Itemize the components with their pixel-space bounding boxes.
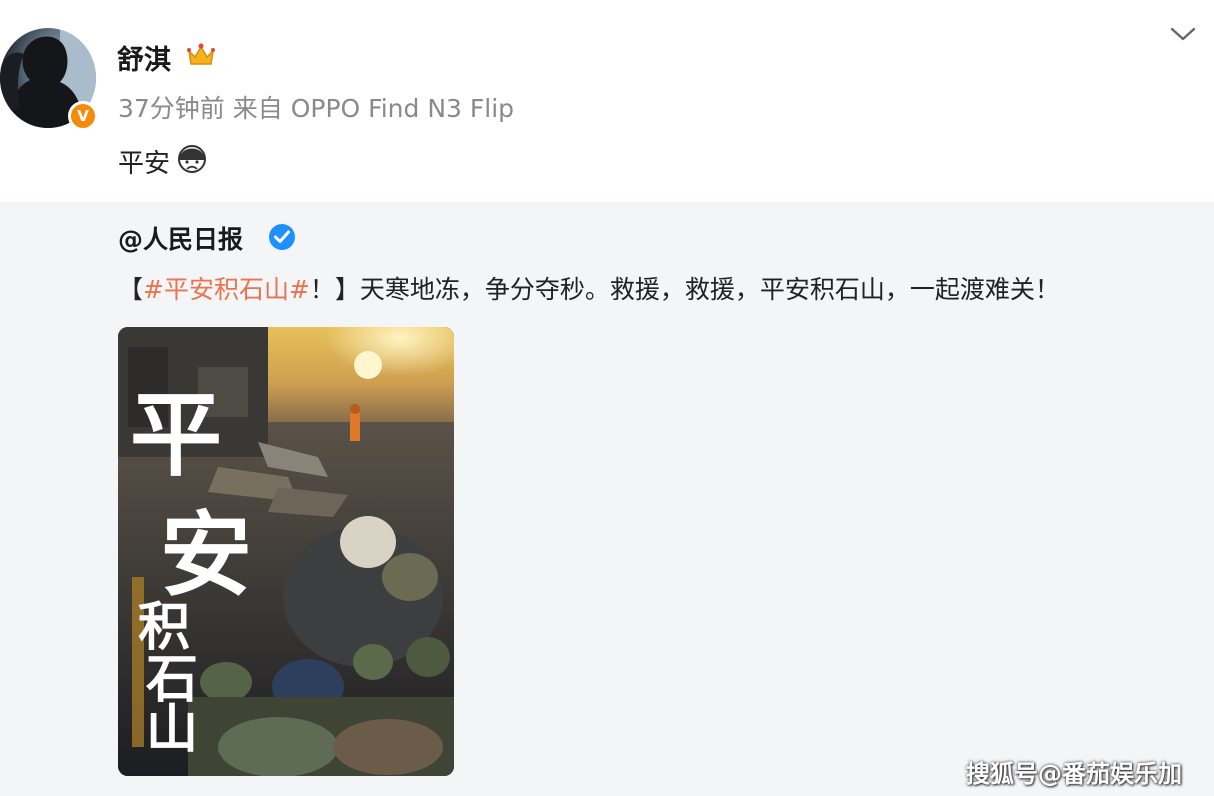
repost-author[interactable]: @人民日报 bbox=[118, 220, 243, 256]
poster-title-char-1: 平 bbox=[130, 381, 222, 489]
bracket-open: 【 bbox=[118, 275, 144, 304]
post-meta: 37分钟前 来自 OPPO Find N3 Flip bbox=[118, 94, 515, 123]
crown-icon bbox=[187, 43, 215, 65]
post-text: 平安 bbox=[118, 149, 171, 179]
repost-text-rest: ！】天寒地冻，争分夺秒。救援，救援，平安积石山，一起渡难关！ bbox=[309, 275, 1060, 304]
rescue-poster-image: 平 安 积 石 山 bbox=[118, 327, 454, 776]
verified-blue-icon bbox=[269, 224, 295, 250]
poster-title-char-2: 安 bbox=[160, 501, 252, 609]
watermark: 搜狐号@番茄娱乐加 bbox=[966, 760, 1182, 788]
sad-face-emoji bbox=[178, 145, 206, 173]
verified-badge-icon: V bbox=[68, 101, 98, 131]
weibo-post: V 舒淇 37分钟前 来自 OPPO Find N3 Flip 平安 @人民日报… bbox=[0, 0, 1214, 796]
repost-image[interactable]: 平 安 积 石 山 bbox=[118, 327, 454, 776]
username[interactable]: 舒淇 bbox=[117, 38, 171, 77]
chevron-down-icon[interactable] bbox=[1168, 24, 1198, 44]
poster-title-char-5: 山 bbox=[146, 699, 198, 760]
hashtag-link[interactable]: #平安积石山# bbox=[143, 275, 310, 304]
repost-text: 【#平安积石山#！】天寒地冻，争分夺秒。救援，救援，平安积石山，一起渡难关！ bbox=[118, 270, 1060, 306]
